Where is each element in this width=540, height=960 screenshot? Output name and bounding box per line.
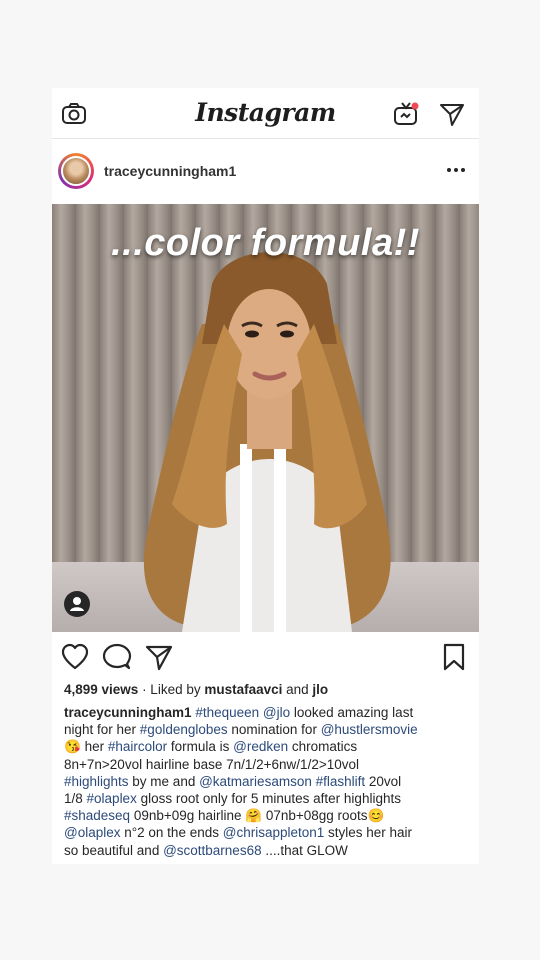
post-actions bbox=[52, 640, 479, 676]
hashtag-link[interactable]: #flashlift bbox=[316, 774, 366, 789]
hashtag-link[interactable]: #highlights bbox=[64, 774, 129, 789]
caption-line: 😘 her #haircolor formula is @redken chro… bbox=[64, 738, 472, 755]
view-count[interactable]: 4,899 views bbox=[64, 682, 138, 697]
liked-by-and: and bbox=[282, 682, 313, 697]
more-options-icon[interactable] bbox=[445, 164, 467, 176]
caption-line: 1/8 #olaplex gloss root only for 5 minut… bbox=[64, 790, 472, 807]
caption-text: n°2 on the ends bbox=[120, 825, 223, 841]
post-photo[interactable]: ...color formula!! bbox=[52, 204, 479, 632]
caption-line: so beautiful and @scottbarnes68 ....that… bbox=[64, 842, 472, 859]
liked-by-user2[interactable]: jlo bbox=[312, 682, 328, 697]
mention-link[interactable]: @scottbarnes68 bbox=[163, 843, 262, 858]
caption-text: styles her hair bbox=[324, 825, 413, 841]
caption-text: ....that GLOW bbox=[261, 842, 348, 858]
post-header: traceycunningham1 bbox=[52, 146, 479, 202]
caption-text: formula is bbox=[167, 739, 234, 755]
emoji: 😘 bbox=[64, 739, 81, 755]
caption-line: #shadeseq 09nb+09g hairline 🤗 07nb+08gg … bbox=[64, 807, 472, 824]
caption-text: nomination for bbox=[227, 722, 321, 738]
caption-line: #highlights by me and @katmariesamson #f… bbox=[64, 773, 472, 790]
app-header: Instagram bbox=[52, 88, 479, 139]
user-tag-icon[interactable] bbox=[63, 590, 91, 618]
mention-link[interactable]: @olaplex bbox=[64, 825, 121, 840]
mention-link[interactable]: @hustlersmovie bbox=[321, 722, 418, 737]
hashtag-link[interactable]: #goldenglobes bbox=[140, 722, 228, 737]
caption-username[interactable]: traceycunningham1 bbox=[64, 705, 192, 720]
igtv-icon[interactable] bbox=[392, 100, 420, 128]
mention-link[interactable]: @jlo bbox=[263, 705, 290, 720]
bookmark-icon[interactable] bbox=[439, 642, 469, 672]
caption-text: 8n+7n>20vol hairline base 7n/1/2+6nw/1/2… bbox=[64, 756, 359, 772]
hashtag-link[interactable]: #haircolor bbox=[108, 739, 167, 754]
caption-line: traceycunningham1 #thequeen @jlo looked … bbox=[64, 704, 472, 721]
direct-message-icon[interactable] bbox=[438, 100, 466, 128]
hashtag-link[interactable]: #olaplex bbox=[87, 791, 137, 806]
instagram-post-frame: Instagram traceycunningham1 ...color for… bbox=[52, 88, 479, 864]
caption-text: looked amazing last bbox=[290, 705, 414, 720]
mention-link[interactable]: @katmariesamson bbox=[199, 774, 312, 789]
post-caption: traceycunningham1 #thequeen @jlo looked … bbox=[64, 704, 472, 859]
liked-by-prefix: · Liked by bbox=[138, 682, 205, 697]
caption-text: 09nb+09g hairline bbox=[130, 808, 246, 824]
hashtag-link[interactable]: #shadeseq bbox=[64, 808, 130, 823]
portrait-illustration bbox=[143, 252, 391, 632]
hashtag-link[interactable]: #thequeen bbox=[195, 705, 259, 720]
views-and-likes: 4,899 views · Liked by mustafaavci and j… bbox=[64, 682, 328, 697]
caption-text: chromatics bbox=[288, 739, 358, 755]
caption-text: 1/8 bbox=[64, 791, 87, 807]
caption-text: by me and bbox=[128, 773, 200, 789]
avatar[interactable] bbox=[58, 153, 94, 189]
photo-overlay-text: ...color formula!! bbox=[111, 222, 420, 264]
mention-link[interactable]: @chrisappleton1 bbox=[223, 825, 325, 840]
emoji: 😊 bbox=[367, 808, 385, 824]
comment-icon[interactable] bbox=[102, 642, 132, 672]
emoji: 🤗 bbox=[245, 808, 263, 824]
caption-text: so beautiful and bbox=[64, 842, 164, 858]
caption-line: night for her #goldenglobes nomination f… bbox=[64, 721, 472, 738]
caption-text: gloss root only for 5 minutes after high… bbox=[136, 791, 401, 807]
share-icon[interactable] bbox=[144, 642, 174, 672]
caption-text: night for her bbox=[64, 722, 140, 738]
post-username[interactable]: traceycunningham1 bbox=[104, 163, 236, 179]
caption-text: 07nb+08gg roots bbox=[262, 808, 368, 824]
caption-text: her bbox=[80, 739, 108, 755]
caption-text: 20vol bbox=[365, 773, 402, 789]
caption-line: @olaplex n°2 on the ends @chrisappleton1… bbox=[64, 824, 472, 841]
liked-by-user[interactable]: mustafaavci bbox=[204, 682, 282, 697]
caption-line: 8n+7n>20vol hairline base 7n/1/2+6nw/1/2… bbox=[64, 756, 472, 773]
mention-link[interactable]: @redken bbox=[233, 739, 288, 754]
heart-icon[interactable] bbox=[60, 642, 90, 672]
